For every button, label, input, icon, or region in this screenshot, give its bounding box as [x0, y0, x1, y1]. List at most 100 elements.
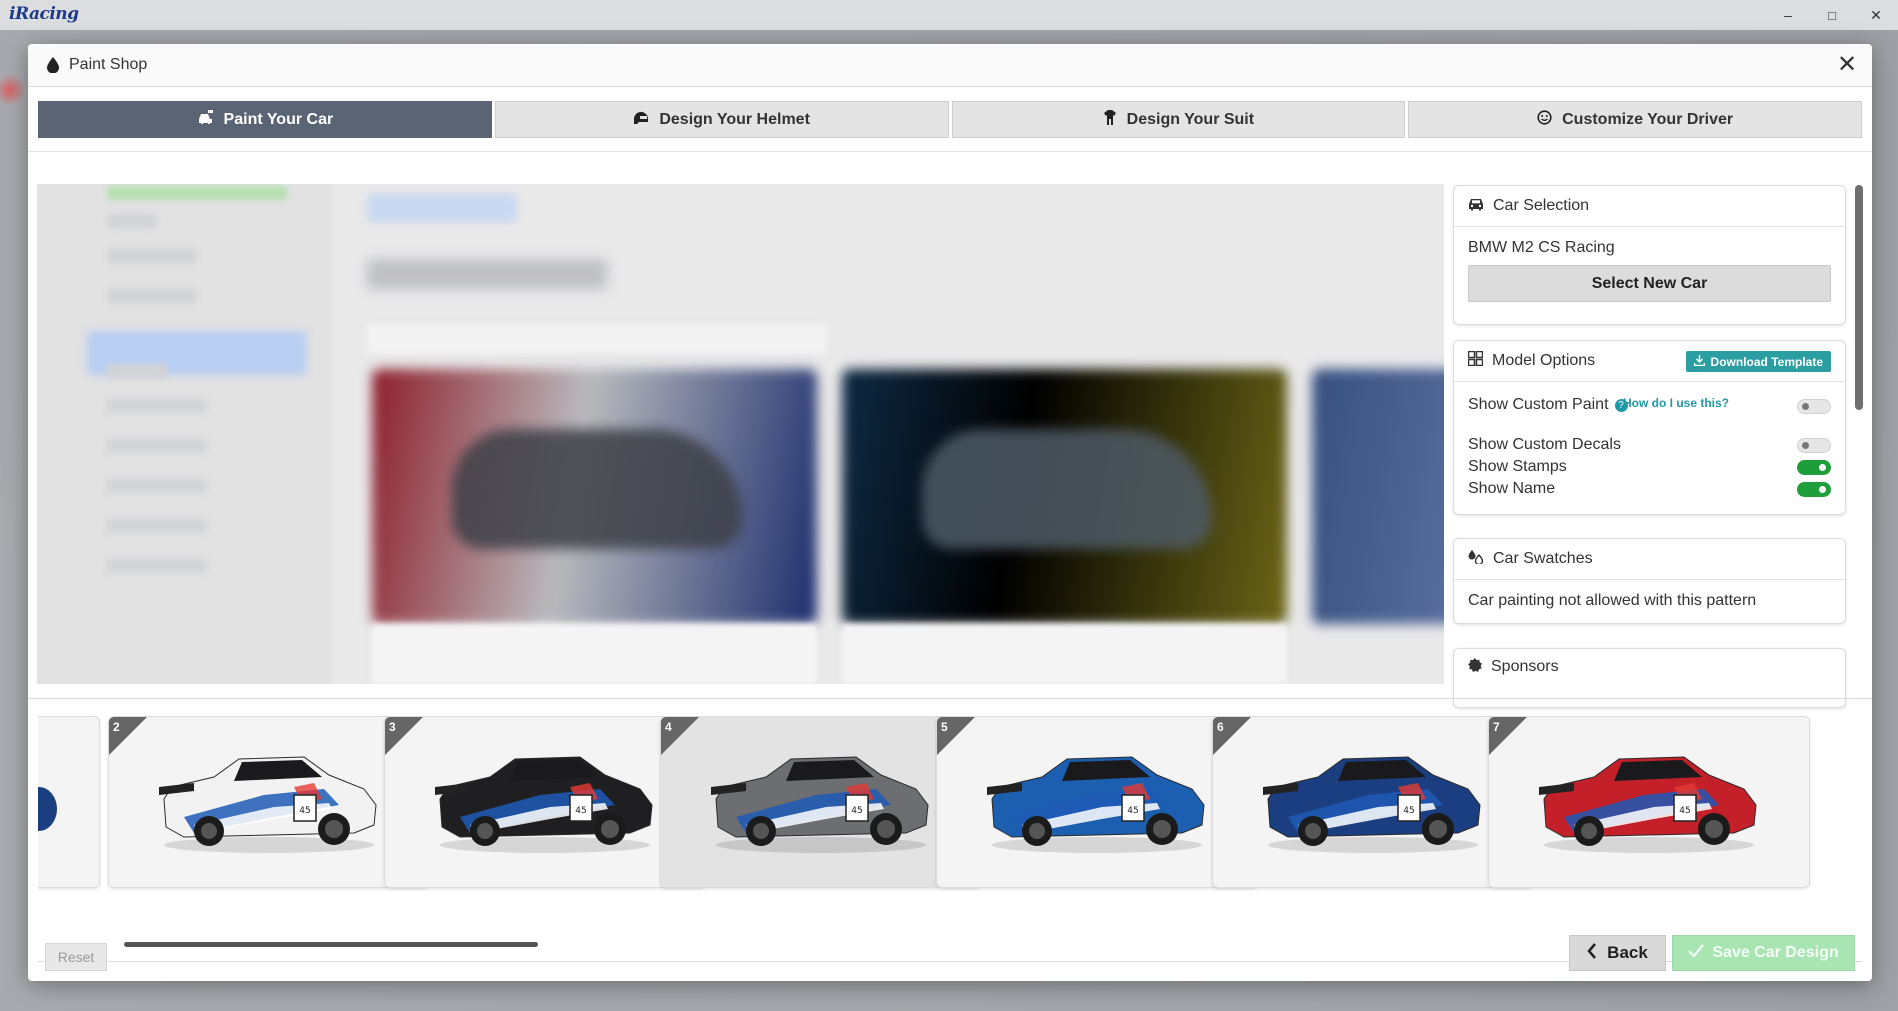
swatch-strip-divider [28, 698, 1872, 699]
swatches-message: Car painting not allowed with this patte… [1468, 592, 1757, 609]
pattern-card-6[interactable]: 6 45 [1212, 716, 1534, 888]
select-new-car-button[interactable]: Select New Car [1468, 265, 1831, 302]
dialog-title: Paint Shop [69, 56, 148, 73]
preview-blur-bar [107, 364, 167, 378]
svg-text:45: 45 [575, 806, 586, 816]
card-title: Model Options [1492, 352, 1596, 369]
svg-text:45: 45 [299, 806, 310, 816]
preview-blur-search [367, 324, 827, 354]
download-template-button[interactable]: Download Template [1685, 351, 1831, 372]
tab-design-your-suit[interactable]: Design Your Suit [951, 101, 1406, 138]
preview-blur-sidebar [37, 184, 332, 684]
svg-text:45: 45 [1679, 806, 1690, 816]
paint-shop-tabs: Paint Your Car Design Your Helmet Design… [38, 101, 1862, 138]
preview-blur-bar [107, 214, 157, 228]
car-thumbnail: 45 [1263, 756, 1481, 853]
preview-blur-card [372, 369, 817, 624]
pattern-number: 2 [113, 720, 120, 734]
pattern-number: 4 [665, 720, 672, 734]
show-stamps-toggle[interactable] [1797, 460, 1831, 475]
maximize-icon[interactable]: □ [1810, 0, 1854, 30]
car-selection-card: Car Selection BMW M2 CS Racing Select Ne… [1453, 185, 1846, 325]
tab-customize-your-driver[interactable]: Customize Your Driver [1408, 101, 1862, 138]
reset-button[interactable]: Reset [45, 943, 107, 971]
minimize-icon[interactable]: – [1766, 0, 1810, 30]
preview-blur-car [452, 429, 742, 549]
card-title: Sponsors [1491, 658, 1559, 675]
car-preview-viewport[interactable] [37, 184, 1444, 684]
option-label: Show Stamps [1468, 458, 1567, 475]
selected-car-name: BMW M2 CS Racing [1468, 239, 1615, 256]
preview-blur-tab [367, 194, 517, 222]
grid-icon [1467, 350, 1484, 371]
download-template-label: Download Template [1710, 354, 1823, 369]
card-title: Car Selection [1493, 197, 1590, 214]
preview-blur-card-footer [842, 624, 1287, 684]
tabs-divider [28, 151, 1872, 152]
pattern-card-2[interactable]: 2 45 [108, 716, 430, 888]
car-thumbnail: 45 [435, 756, 653, 853]
preview-blur-bar [107, 399, 207, 413]
sponsors-header[interactable]: Sponsors [1454, 649, 1845, 685]
helmet-icon [633, 111, 649, 129]
back-button[interactable]: Back [1569, 935, 1666, 971]
tab-label: Paint Your Car [223, 110, 334, 128]
tab-label: Design Your Helmet [659, 110, 810, 128]
save-car-design-button[interactable]: Save Car Design [1672, 935, 1855, 971]
car-paint-icon [197, 110, 214, 129]
card-title: Car Swatches [1493, 550, 1593, 567]
tab-paint-your-car[interactable]: Paint Your Car [38, 101, 492, 138]
show-custom-decals-toggle[interactable] [1797, 438, 1831, 453]
car-selection-header: Car Selection [1454, 186, 1845, 227]
preview-blur-card [842, 369, 1287, 624]
preview-blur-bar [107, 519, 207, 533]
close-window-icon[interactable]: ✕ [1854, 0, 1898, 30]
pattern-strip-scrollbar[interactable] [124, 942, 538, 947]
pattern-number: 5 [941, 720, 948, 734]
tab-design-your-helmet[interactable]: Design Your Helmet [494, 101, 949, 138]
paint-drops-icon [1468, 549, 1484, 569]
show-name-toggle[interactable] [1797, 482, 1831, 497]
preview-blur-heading [367, 259, 607, 289]
pattern-card-previous[interactable] [38, 716, 100, 888]
svg-text:45: 45 [851, 806, 862, 816]
option-label: Show Custom Decals [1468, 436, 1621, 453]
pattern-number: 3 [389, 720, 396, 734]
model-options-header: Model Options Download Template [1454, 341, 1845, 382]
pattern-card-3[interactable]: 3 45 [384, 716, 706, 888]
car-swatches-header: Car Swatches [1454, 539, 1845, 580]
option-show-custom-paint: Show Custom Paint? How do I use this? [1468, 394, 1831, 434]
pattern-number: 6 [1217, 720, 1224, 734]
pattern-card-5[interactable]: 5 45 [936, 716, 1258, 888]
option-show-stamps: Show Stamps [1468, 456, 1831, 478]
pattern-card-7[interactable]: 7 45 [1488, 716, 1810, 888]
car-selection-body: BMW M2 CS Racing Select New Car [1454, 227, 1845, 314]
tab-label: Design Your Suit [1126, 110, 1255, 128]
how-do-i-use-link[interactable]: How do I use this? [1623, 394, 1735, 412]
car-thumbnail: 45 [159, 756, 377, 853]
download-icon [1693, 354, 1705, 369]
pattern-card-4[interactable]: 4 45 [660, 716, 982, 888]
show-custom-paint-toggle[interactable] [1797, 399, 1831, 414]
close-dialog-icon[interactable]: ✕ [1834, 52, 1860, 78]
option-show-name: Show Name [1468, 478, 1831, 500]
preview-blur-bar [107, 559, 207, 573]
chevron-left-icon [1587, 942, 1597, 964]
paint-shop-dialog: Paint Shop ✕ Paint Your Car Design Your … [28, 44, 1872, 981]
option-label: Show Name [1468, 480, 1556, 497]
preview-blur-bar [107, 249, 197, 263]
option-show-custom-decals: Show Custom Decals [1468, 434, 1831, 456]
car-thumbnail: 45 [987, 756, 1205, 853]
suit-icon [1103, 110, 1117, 129]
car-thumbnail: 45 [1539, 756, 1757, 853]
back-label: Back [1607, 943, 1648, 962]
sponsor-badge-icon [1468, 657, 1482, 677]
car-thumbnail [38, 787, 57, 831]
preview-blur-bar [107, 479, 207, 493]
options-scrollbar[interactable] [1855, 185, 1863, 410]
smiley-icon [1537, 110, 1552, 129]
preview-blur-bar [107, 439, 207, 453]
tab-label: Customize Your Driver [1562, 110, 1734, 128]
app-logo: iRacing [9, 4, 79, 24]
pattern-number: 7 [1493, 720, 1500, 734]
